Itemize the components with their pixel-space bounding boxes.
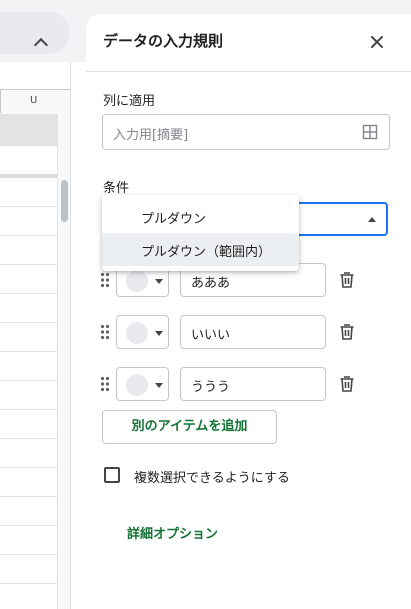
option-label: プルダウン [141, 212, 207, 227]
apply-to-range-label: 列に適用 [103, 94, 156, 109]
drag-handle-icon[interactable] [100, 324, 110, 340]
advanced-options-link[interactable]: 詳細オプション [127, 523, 218, 542]
range-input[interactable]: 入力用[摘要] [102, 114, 390, 150]
trash-icon[interactable] [337, 374, 357, 394]
item-color-picker[interactable] [116, 315, 169, 349]
spreadsheet-area: U [0, 0, 88, 609]
color-swatch [126, 374, 148, 396]
caret-down-icon [155, 331, 163, 336]
criteria-label: 条件 [103, 181, 130, 196]
option-label: プルダウン（範囲内） [141, 245, 272, 260]
caret-down-icon [155, 279, 163, 284]
criteria-dropdown-menu: プルダウン プルダウン（範囲内） [102, 195, 299, 271]
collapse-toolbar-button[interactable] [0, 12, 70, 54]
column-divider [0, 89, 1, 113]
header-divider [86, 71, 411, 72]
trash-icon[interactable] [337, 322, 357, 342]
item-value: ううう [191, 380, 231, 395]
item-color-picker[interactable] [116, 367, 169, 401]
multi-select-checkbox[interactable] [104, 467, 120, 483]
data-validation-panel: データの入力規則 列に適用 入力用[摘要] 条件 あああ いいい ううう 別のア… [86, 14, 411, 609]
drag-handle-icon[interactable] [100, 376, 110, 392]
selected-cell-row[interactable] [0, 114, 57, 146]
caret-down-icon [368, 217, 376, 222]
add-item-button[interactable]: 別のアイテムを追加 [102, 410, 277, 444]
close-icon[interactable] [365, 30, 389, 54]
item-input[interactable]: ううう [180, 367, 326, 401]
panel-title: データの入力規則 [103, 32, 224, 50]
range-input-placeholder: 入力用[摘要] [113, 128, 189, 143]
column-header-u[interactable]: U [30, 95, 37, 106]
color-swatch [126, 270, 148, 292]
item-input[interactable]: いいい [180, 315, 326, 349]
drag-handle-icon[interactable] [100, 272, 110, 288]
grid-icon[interactable] [362, 124, 378, 140]
color-swatch [126, 322, 148, 344]
scrollbar-thumb[interactable] [61, 180, 68, 222]
grid-rows[interactable] [0, 178, 57, 609]
item-value: あああ [191, 276, 231, 291]
multi-select-label: 複数選択できるようにする [134, 471, 290, 486]
chevron-up-icon [33, 37, 49, 53]
sheet-edge [70, 62, 71, 609]
option-dropdown[interactable]: プルダウン [102, 200, 299, 233]
item-value: いいい [191, 328, 231, 343]
option-dropdown-from-range[interactable]: プルダウン（範囲内） [102, 233, 299, 266]
trash-icon[interactable] [337, 270, 357, 290]
caret-down-icon [155, 383, 163, 388]
